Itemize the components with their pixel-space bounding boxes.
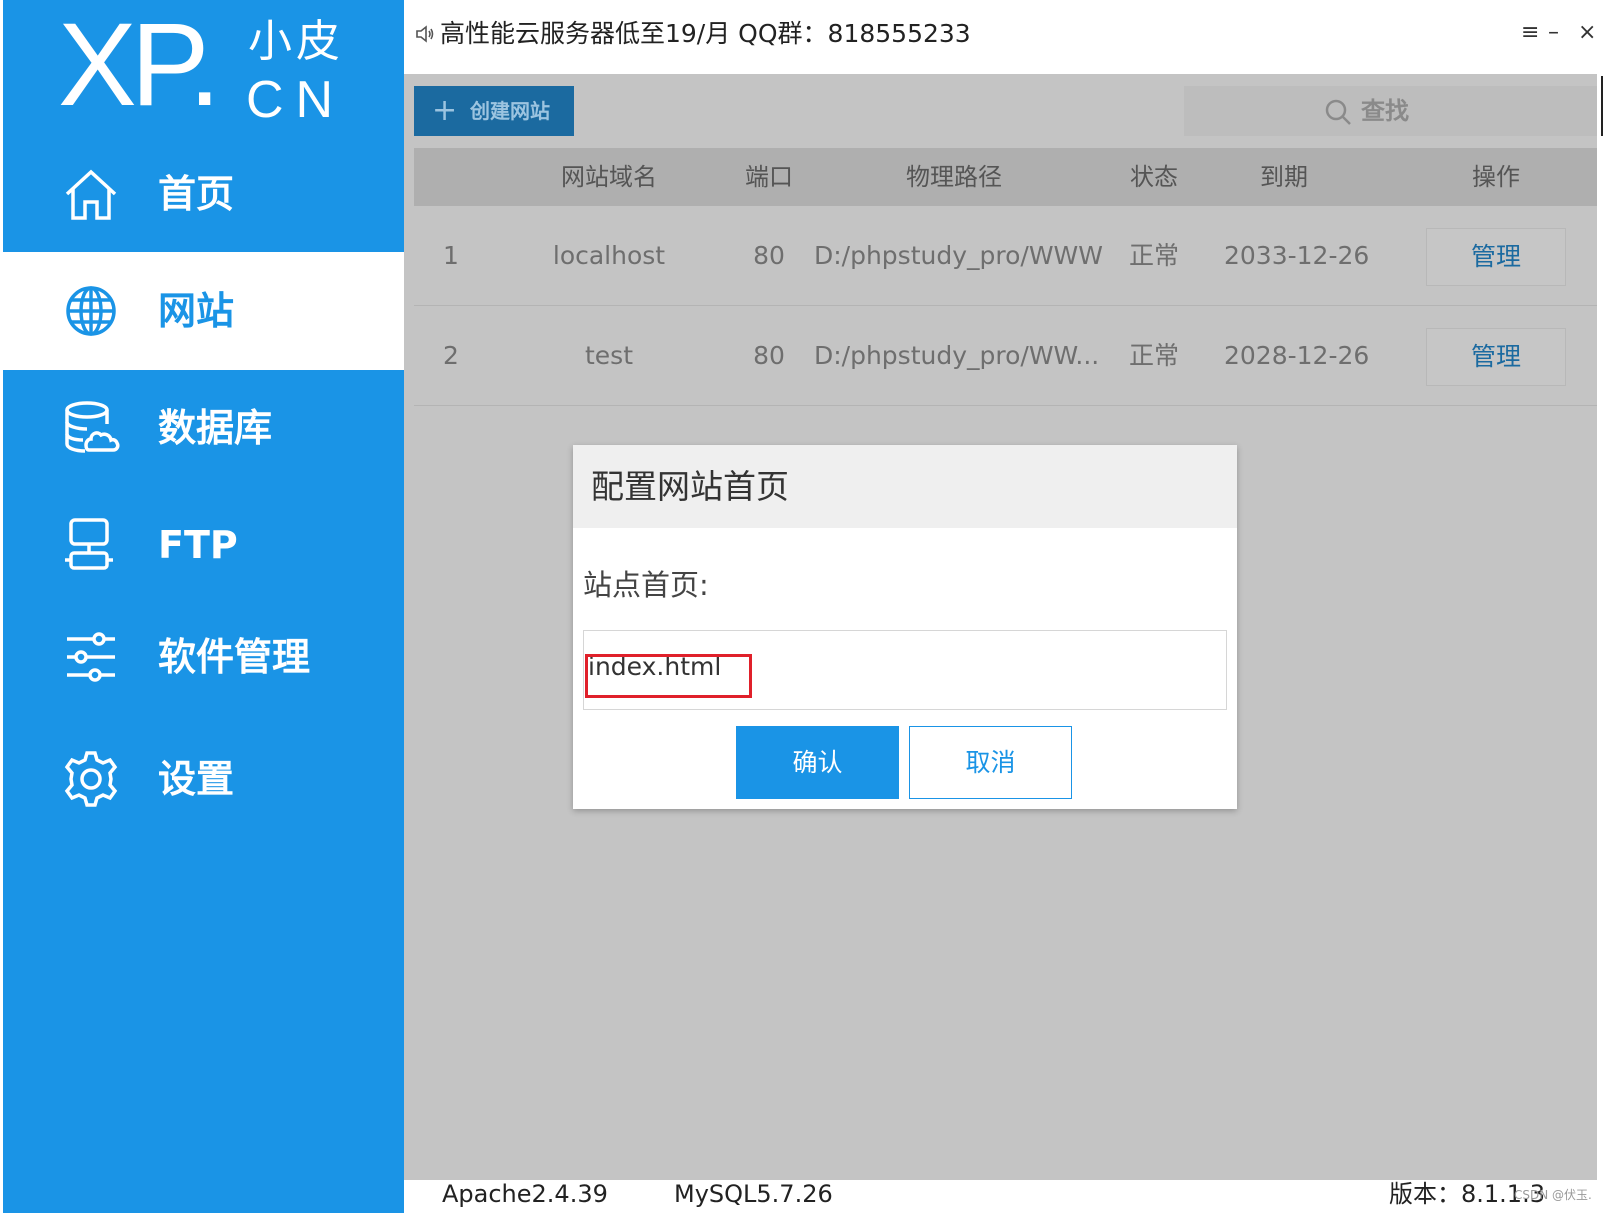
row-status: 正常 xyxy=(1128,241,1179,270)
sidebar: XP. 小皮 CN 首页 网站 数据库 FTP 软件管理 设置 xyxy=(3,0,404,1213)
sidebar-item-label: 首页 xyxy=(158,172,235,216)
column-header: 到期 xyxy=(1260,163,1308,191)
config-homepage-dialog: 配置网站首页 站点首页: index.html 确认 取消 xyxy=(573,445,1237,809)
sidebar-item-label: 软件管理 xyxy=(158,635,311,679)
close-icon[interactable]: × xyxy=(1578,18,1596,48)
table-header: 网站域名 端口 物理路径 状态 到期 操作 xyxy=(414,148,1600,206)
sidebar-item-database[interactable]: 数据库 xyxy=(3,369,404,487)
sliders-icon xyxy=(67,632,115,682)
row-domain: localhost xyxy=(552,241,666,270)
speaker-icon xyxy=(416,25,434,43)
sidebar-item-website[interactable]: 网站 xyxy=(3,252,404,370)
column-header: 网站域名 xyxy=(561,163,657,191)
column-header: 状态 xyxy=(1130,163,1178,191)
column-header: 端口 xyxy=(745,163,793,191)
sidebar-item-settings[interactable]: 设置 xyxy=(3,720,404,838)
sidebar-item-ftp[interactable]: FTP xyxy=(3,486,404,604)
cancel-button[interactable]: 取消 xyxy=(909,726,1072,799)
watermark: CSDN @伏玉. xyxy=(1514,1188,1592,1202)
database-icon xyxy=(65,401,120,453)
sidebar-item-home[interactable]: 首页 xyxy=(3,135,404,253)
dialog-header: 配置网站首页 xyxy=(573,445,1237,528)
search-icon xyxy=(1325,99,1351,125)
logo-cn-top: 小皮 xyxy=(248,16,344,67)
search-box[interactable]: 查找 xyxy=(1184,86,1600,136)
sidebar-item-label: 数据库 xyxy=(158,406,273,450)
status-bar: Apache2.4.39 MySQL5.7.26 版本：8.1.1.3 xyxy=(404,1180,1600,1213)
sidebar-item-label: 设置 xyxy=(158,757,235,801)
manage-button[interactable]: 管理 xyxy=(1426,328,1566,386)
row-index: 1 xyxy=(443,241,459,270)
server-icon xyxy=(65,518,113,570)
manage-button[interactable]: 管理 xyxy=(1426,228,1566,286)
row-path: D:/phpstudy_pro/WW... xyxy=(814,341,1100,370)
search-label: 查找 xyxy=(1361,97,1409,125)
dialog-title: 配置网站首页 xyxy=(591,467,789,506)
create-site-label: 创建网站 xyxy=(470,99,550,123)
row-port: 80 xyxy=(753,241,785,270)
confirm-button[interactable]: 确认 xyxy=(736,726,899,799)
row-index: 2 xyxy=(443,341,459,370)
row-domain: test xyxy=(584,341,633,370)
homepage-input[interactable]: index.html xyxy=(583,630,1227,710)
apache-version: Apache2.4.39 xyxy=(442,1180,608,1208)
row-status: 正常 xyxy=(1128,341,1179,370)
logo-cn-bottom: CN xyxy=(246,71,346,129)
window-edge xyxy=(1597,0,1605,1213)
window-edge-line xyxy=(1601,76,1603,136)
sidebar-item-label: FTP xyxy=(158,523,238,567)
column-header: 物理路径 xyxy=(906,163,1002,191)
logo-brand: XP. xyxy=(58,0,221,131)
gear-icon xyxy=(64,751,118,807)
globe-icon xyxy=(66,286,116,336)
row-expire: 2028-12-26 xyxy=(1224,341,1370,370)
table-row: 1 localhost 80 D:/phpstudy_pro/WWW 正常 20… xyxy=(414,206,1600,306)
highlight-box xyxy=(585,654,752,698)
row-port: 80 xyxy=(753,341,785,370)
plus-icon: + xyxy=(432,93,458,128)
column-header: 操作 xyxy=(1472,163,1520,191)
homepage-field-label: 站点首页: xyxy=(583,568,709,602)
table-row: 2 test 80 D:/phpstudy_pro/WW... 正常 2028-… xyxy=(414,306,1600,406)
row-path: D:/phpstudy_pro/WWW xyxy=(814,241,1103,270)
minimize-icon[interactable]: – xyxy=(1548,18,1559,48)
row-expire: 2033-12-26 xyxy=(1224,241,1370,270)
menu-icon[interactable]: ≡ xyxy=(1521,18,1539,48)
app-window: XP. 小皮 CN 首页 网站 数据库 FTP 软件管理 设置 高性能云服务器低… xyxy=(0,0,1605,1213)
sidebar-item-label: 网站 xyxy=(158,289,235,333)
sidebar-item-software[interactable]: 软件管理 xyxy=(3,598,404,716)
ad-notice[interactable]: 高性能云服务器低至19/月 QQ群：818555233 xyxy=(440,16,971,52)
logo: XP. 小皮 CN xyxy=(58,6,358,129)
mysql-version: MySQL5.7.26 xyxy=(674,1180,833,1208)
title-bar: 高性能云服务器低至19/月 QQ群：818555233 ≡ – × xyxy=(404,0,1600,74)
home-icon xyxy=(65,169,117,220)
create-site-button[interactable]: + 创建网站 xyxy=(414,86,574,136)
